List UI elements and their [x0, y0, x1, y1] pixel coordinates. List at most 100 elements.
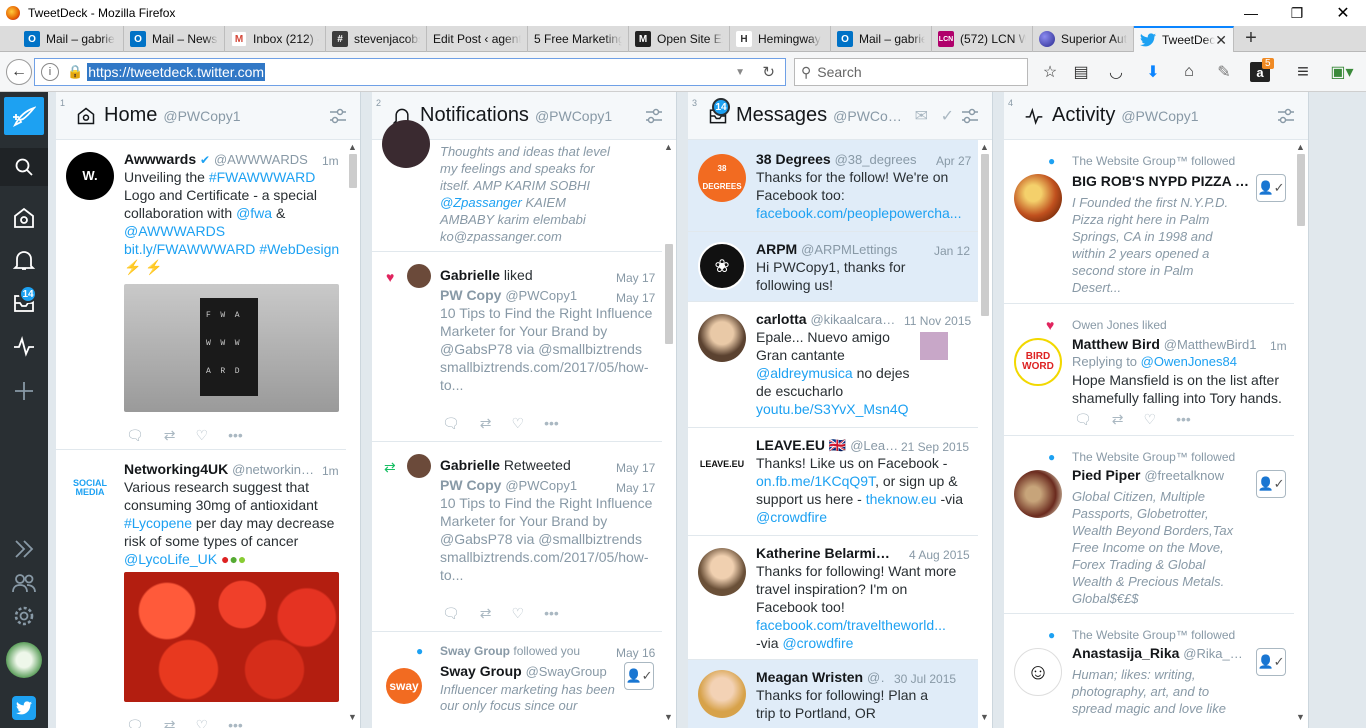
browser-tab[interactable]: M Inbox (212) - [225, 26, 326, 52]
notification-item[interactable]: ♥ Gabrielle liked May 17 PW Copy @PWCopy… [372, 252, 663, 442]
avatar[interactable]: ☺ [1014, 648, 1062, 696]
hashtag-link[interactable]: #Lycopene [124, 515, 192, 531]
retweet-icon[interactable]: ⇄ [480, 604, 492, 622]
author-name[interactable]: Awwwards [124, 151, 196, 167]
more-icon[interactable]: ••• [544, 414, 559, 432]
download-icon[interactable]: ⬇ [1142, 62, 1164, 82]
hashtag-link[interactable]: #WebDesign [259, 241, 339, 257]
activity-item[interactable]: ♥ Owen Jones liked BIRD WORD Matthew Bir… [1004, 304, 1295, 436]
account-avatar[interactable] [6, 642, 42, 678]
author-name[interactable]: BIG ROB'S NYPD PIZZA … [1072, 173, 1249, 189]
bookmark-star-icon[interactable]: ☆ [1039, 62, 1061, 82]
tweet-media-image[interactable]: F W A W W W A R D [124, 284, 339, 412]
compose-message-icon[interactable]: ✉ [915, 106, 928, 126]
reply-icon[interactable]: 🗨 [442, 414, 460, 432]
column-header[interactable]: 1 Home @PWCopy1 [56, 92, 360, 140]
home-icon[interactable]: ⌂ [1178, 62, 1200, 82]
pocket-icon[interactable]: ◡ [1105, 62, 1127, 82]
author-name[interactable]: 38 Degrees [756, 151, 831, 167]
scroll-up-icon[interactable]: ▲ [980, 142, 989, 152]
author-handle[interactable]: @kikaalcara… [810, 312, 895, 327]
author-name[interactable]: PW Copy [440, 477, 501, 493]
retweet-icon[interactable]: ⇄ [164, 716, 176, 728]
url-bar[interactable]: i 🔒 https://tweetdeck.twitter.com ▼ ↻ [34, 58, 786, 86]
sidebar-activity[interactable] [0, 327, 48, 365]
message-media-thumbnail[interactable] [920, 332, 948, 360]
search-input[interactable]: ⚲ Search [794, 58, 1028, 86]
expand-sidebar-button[interactable] [0, 530, 48, 568]
tweetdeck-logo-icon[interactable] [12, 696, 36, 720]
column-scrollbar[interactable]: ▲ ▼ [978, 140, 992, 728]
author-name[interactable]: ARPM [756, 241, 797, 257]
reply-icon[interactable]: 🗨 [126, 716, 144, 728]
browser-tab[interactable]: 5 Free Marketing [528, 26, 629, 52]
author-name[interactable]: PW Copy [440, 287, 501, 303]
message-thread[interactable]: carlotta @kikaalcara… 11 Nov 2015 Epale.… [688, 302, 979, 428]
notification-item[interactable]: ● Sway Group followed you May 16 sway Sw… [372, 632, 663, 728]
notification-time[interactable]: May 17 [616, 459, 655, 477]
browser-tab-active[interactable]: TweetDeck ✕ [1134, 26, 1234, 52]
more-icon[interactable]: ••• [228, 426, 243, 444]
add-column-button[interactable] [0, 372, 48, 410]
follow-button[interactable]: 👤✓ [1256, 470, 1286, 498]
more-icon[interactable]: ••• [544, 604, 559, 622]
mention-link[interactable]: @LycoLife_UK [124, 551, 217, 567]
retweet-icon[interactable]: ⇄ [164, 426, 176, 444]
reply-icon[interactable]: 🗨 [126, 426, 144, 444]
like-icon[interactable]: ♡ [1144, 410, 1157, 428]
new-tab-button[interactable]: + [1234, 26, 1268, 51]
scroll-up-icon[interactable]: ▲ [348, 142, 357, 152]
author-handle[interactable]: @PWCopy1 [505, 288, 577, 303]
mention-link[interactable]: @AWWWARDS [124, 223, 225, 239]
browser-tab[interactable]: M Open Site Exp [629, 26, 730, 52]
avatar[interactable] [698, 670, 746, 718]
author-handle[interactable]: @… [867, 670, 886, 685]
avatar[interactable] [407, 264, 431, 288]
extension-shield-icon[interactable]: ▣▾ [1325, 62, 1359, 82]
avatar[interactable]: LEAVE.EU [698, 440, 746, 488]
more-icon[interactable]: ••• [1176, 410, 1191, 428]
actor-name[interactable]: The Website Group™ [1072, 154, 1188, 168]
sidebar-home[interactable] [0, 199, 48, 237]
url-link[interactable]: theknow.eu [866, 491, 937, 507]
url-link[interactable]: facebook.com/traveltheworld... [756, 617, 946, 633]
column-settings-icon[interactable] [960, 106, 980, 126]
actor-name[interactable]: Sway Group [440, 644, 510, 658]
message-thread[interactable]: Meagan Wristen @… 30 Jul 2015 Thanks for… [688, 660, 979, 728]
author-handle[interactable]: @Lea… [850, 438, 898, 453]
url-link[interactable]: on.fb.me/1KCqQ9T [756, 473, 875, 489]
reply-icon[interactable]: 🗨 [442, 604, 460, 622]
tweet[interactable]: W. Awwwards ✔ @AWWWARDS 1m Unveiling the… [56, 140, 347, 450]
mention-link[interactable]: @crowdfire [756, 509, 827, 525]
message-time[interactable]: Jan 12 [934, 242, 970, 260]
column-scrollbar[interactable]: ▲ ▼ [1294, 140, 1308, 728]
scroll-down-icon[interactable]: ▼ [980, 712, 989, 722]
author-name[interactable]: Networking4UK [124, 461, 228, 477]
author-handle[interactable]: @Rika_… [1183, 646, 1242, 661]
follow-button[interactable]: 👤✓ [1256, 174, 1286, 202]
more-icon[interactable]: ••• [228, 716, 243, 728]
url-link[interactable]: bit.ly/FWAWWWARD [124, 241, 255, 257]
browser-tab[interactable]: # stevenjacobs [326, 26, 427, 52]
tweet[interactable]: SOCIAL MEDIA Networking4UK @networkin… 1… [56, 450, 347, 728]
reply-icon[interactable]: 🗨 [1074, 410, 1092, 428]
reload-icon[interactable]: ↻ [762, 63, 775, 81]
column-settings-icon[interactable] [1276, 106, 1296, 126]
actor-name[interactable]: Gabrielle [440, 457, 500, 473]
scroll-thumb[interactable] [1297, 154, 1305, 226]
avatar[interactable] [1014, 174, 1062, 222]
avatar[interactable]: ❀ [698, 242, 746, 290]
retweet-icon[interactable]: ⇄ [1112, 410, 1124, 428]
scroll-up-icon[interactable]: ▲ [664, 142, 673, 152]
like-icon[interactable]: ♡ [512, 604, 525, 622]
avatar[interactable] [407, 454, 431, 478]
author-name[interactable]: Matthew Bird [1072, 336, 1160, 352]
author-name[interactable]: Katherine Belarmi… [756, 545, 890, 561]
search-button[interactable] [0, 148, 48, 186]
author-handle[interactable]: @networkin… [232, 462, 314, 477]
close-tab-icon[interactable]: ✕ [1215, 32, 1227, 49]
message-thread[interactable]: 38 DEGREES 38 Degrees @38_degrees Apr 27… [688, 140, 979, 232]
browser-tab[interactable]: O Mail – gabrie [0, 26, 124, 52]
author-name[interactable]: Pied Piper [1072, 467, 1140, 483]
new-tweet-button[interactable] [4, 97, 44, 135]
